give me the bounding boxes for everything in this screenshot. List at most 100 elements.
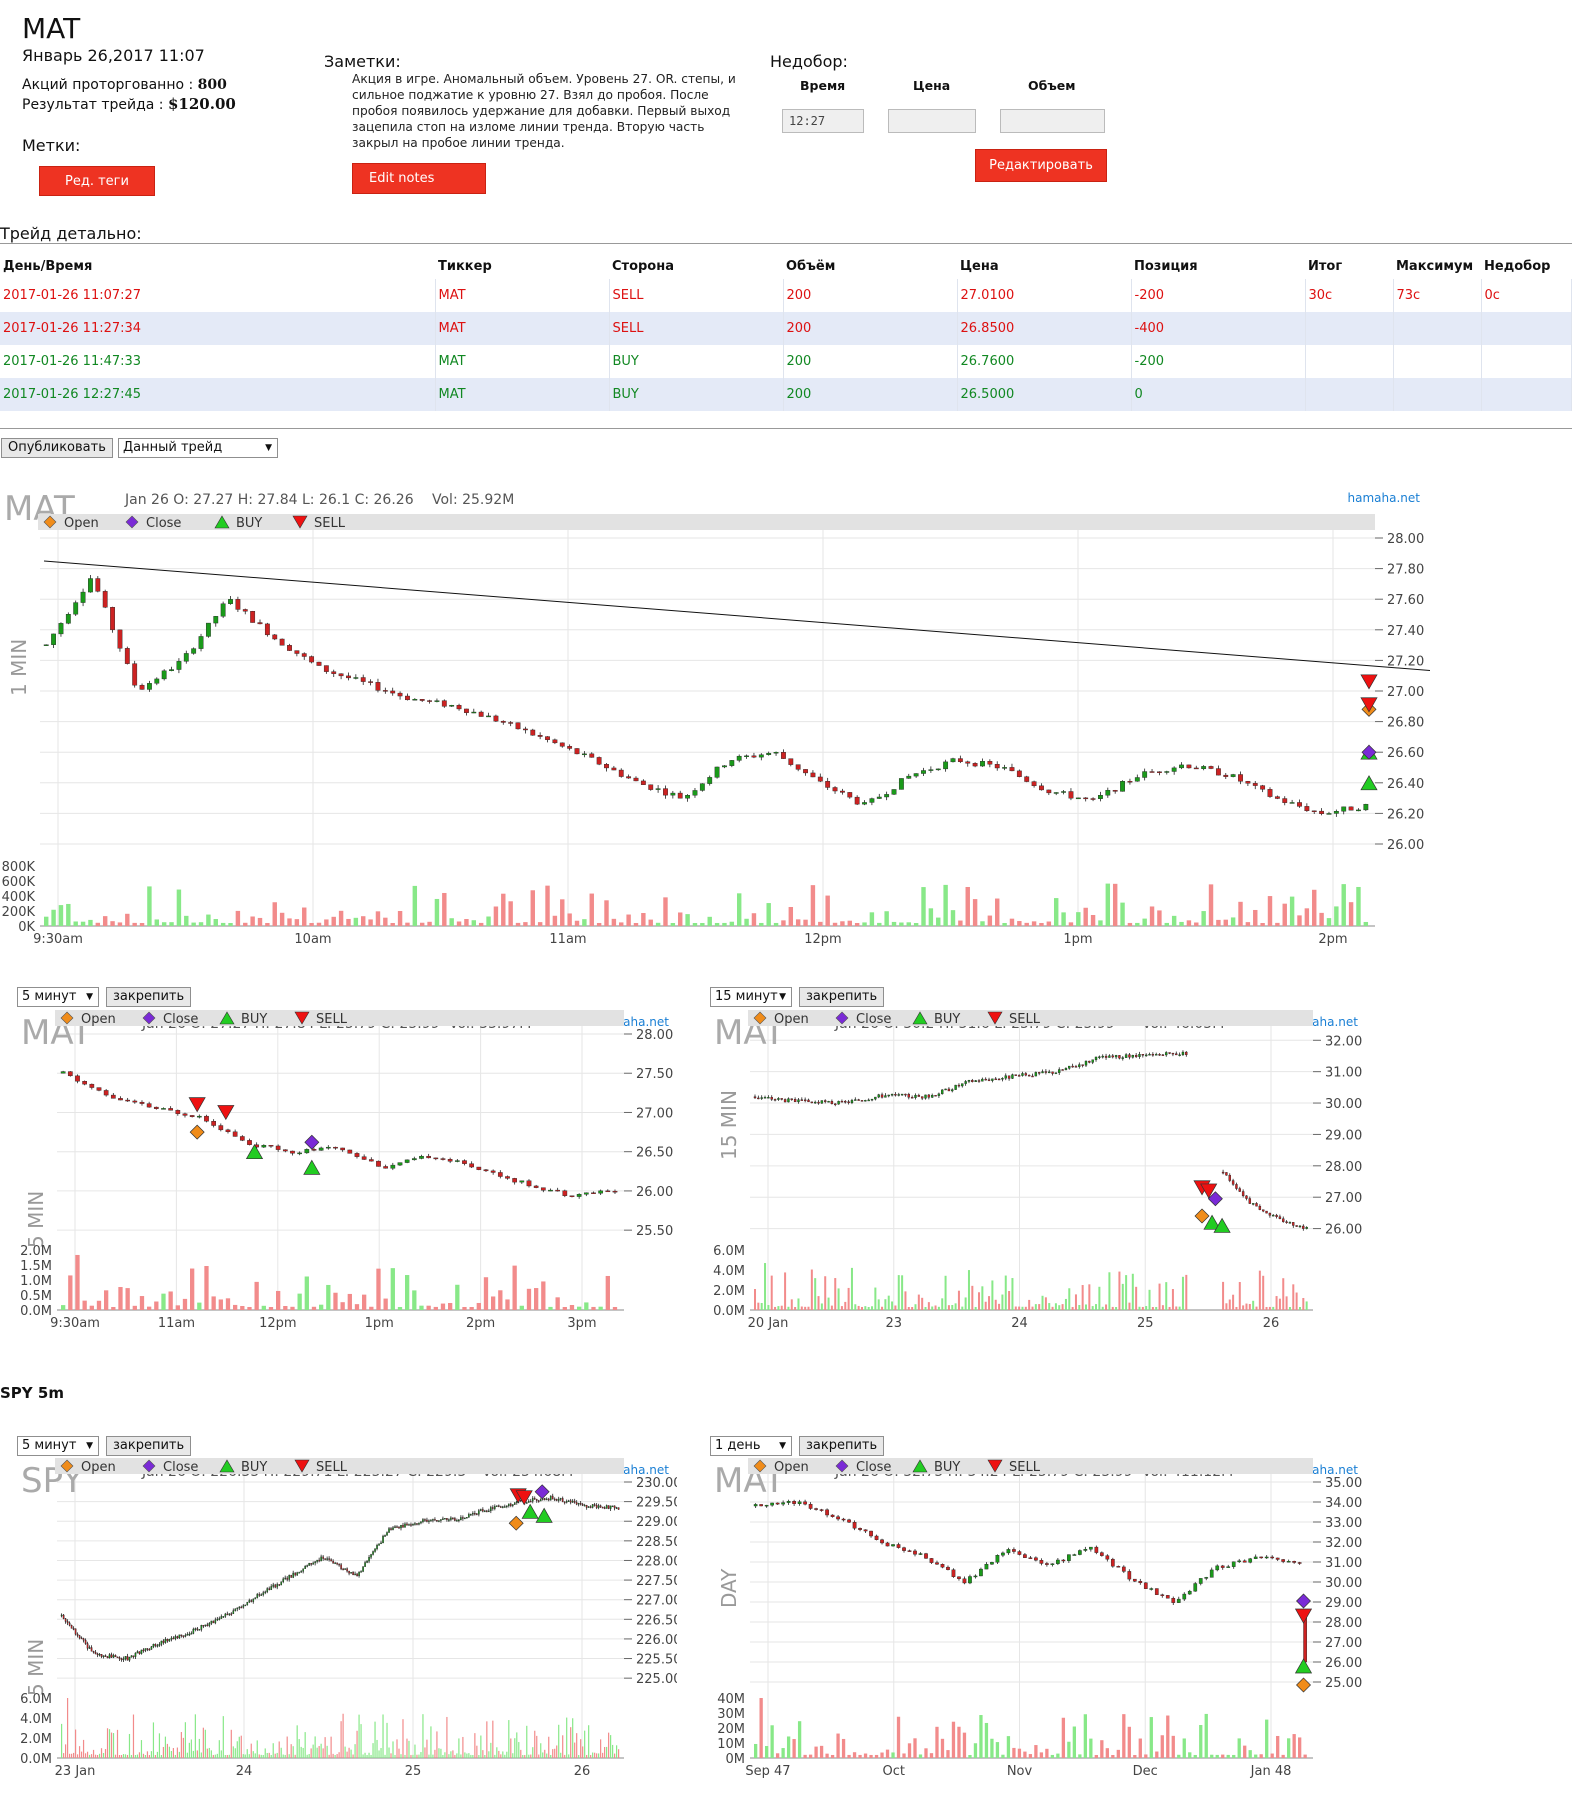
divider (0, 243, 1572, 244)
candle (408, 1524, 410, 1526)
volume-bar (957, 1290, 960, 1310)
scope-select[interactable]: Данный трейд ▼ (118, 438, 278, 458)
pin-chart-button[interactable]: закрепить (799, 1436, 885, 1456)
volume-bar (352, 1754, 354, 1758)
candle (902, 1547, 906, 1551)
shortfall-time-input[interactable]: 12:27 (782, 109, 864, 133)
volume-bar (1127, 922, 1133, 926)
candle (76, 1633, 79, 1636)
candle (1348, 806, 1354, 811)
volume-bar (226, 1754, 228, 1758)
pin-chart-button[interactable]: закрепить (106, 1436, 192, 1456)
edit-shortfall-button[interactable]: Редактировать (975, 149, 1107, 182)
volume-bar (567, 913, 572, 926)
candle (1298, 1225, 1302, 1228)
candle (927, 1094, 931, 1098)
publish-button[interactable]: Опубликовать (1, 438, 113, 458)
volume-bar (819, 1745, 824, 1758)
cell-position: -400 (1131, 312, 1306, 345)
candle (194, 1628, 197, 1630)
volume-bar (86, 1751, 89, 1758)
candle (1004, 1075, 1007, 1079)
candle (1182, 1593, 1187, 1600)
candle (224, 1613, 227, 1617)
timeframe-select[interactable]: 5 минут ▼ (17, 1436, 99, 1456)
legend-buy-label: BUY (241, 1460, 267, 1475)
volume-bar (72, 1752, 75, 1758)
pin-chart-button[interactable]: закрепить (106, 987, 192, 1007)
candle (1151, 1054, 1155, 1056)
vol-tick-label: 6.0M (713, 1244, 745, 1259)
timeframe-select[interactable]: 15 минут ▼ (710, 987, 792, 1007)
volume-bars (61, 1698, 620, 1758)
volume-bar (1111, 1754, 1115, 1758)
timeframe-select[interactable]: 5 минут ▼ (17, 987, 99, 1007)
volume-bar (414, 1744, 416, 1758)
volume-bar (257, 917, 263, 926)
candle (576, 1194, 582, 1197)
volume-bar (80, 921, 86, 926)
shortfall-price-input[interactable] (888, 109, 976, 133)
candle (670, 792, 676, 796)
volume-bar (626, 914, 631, 926)
candle (286, 1577, 288, 1580)
volume-bar (62, 1753, 65, 1758)
volume-bar (1144, 1754, 1148, 1758)
volume-bar (186, 1752, 188, 1758)
volume-bar (1028, 1299, 1031, 1310)
candle (1071, 1065, 1074, 1068)
volume-bar (1225, 1303, 1228, 1310)
trades-table: День/Время Тиккер Сторона Объём Цена Поз… (0, 253, 1572, 411)
vol-tick-label: 30M (717, 1707, 745, 1722)
candle (360, 1571, 362, 1573)
volume-bar (515, 922, 521, 926)
candle (440, 1519, 442, 1521)
volume-bar (808, 1754, 813, 1758)
candle (1031, 1075, 1034, 1078)
chart-vol-info: Vol: 25.92M (432, 492, 514, 508)
volume-bar (1252, 1300, 1255, 1310)
candle (611, 767, 617, 771)
candle (1297, 802, 1302, 807)
cell-price: 27.0100 (957, 279, 1132, 312)
candle (419, 1155, 424, 1159)
volume-bar (116, 1729, 119, 1758)
marker-close (1296, 1593, 1311, 1609)
candle (1245, 1195, 1248, 1199)
candle (456, 1520, 458, 1522)
candle (1027, 1074, 1031, 1077)
candle (890, 1094, 894, 1096)
candle (819, 1509, 824, 1511)
volume-bar (260, 1754, 262, 1758)
candle (178, 1634, 181, 1639)
candle (228, 1613, 231, 1615)
grid (57, 1026, 624, 1310)
pin-chart-button[interactable]: закрепить (799, 987, 885, 1007)
volume-bar (913, 922, 919, 926)
volume-bar (1149, 906, 1155, 926)
volume-bar (82, 1300, 87, 1310)
trades-header-row: День/Время Тиккер Сторона Объём Цена Поз… (0, 253, 1572, 279)
candle (957, 1576, 961, 1579)
candle (1168, 1052, 1171, 1054)
cell-result (1305, 378, 1394, 411)
candle (191, 648, 197, 654)
candle (612, 1190, 618, 1193)
timeframe-select[interactable]: 1 день ▼ (710, 1436, 792, 1456)
candle (1158, 1054, 1161, 1056)
candle (320, 1556, 322, 1562)
volume-bar (863, 1753, 868, 1758)
candle (972, 763, 978, 767)
shares-traded: Акций проторгованно : 800 (22, 77, 227, 93)
candle (561, 1498, 564, 1503)
edit-notes-button[interactable]: Edit notes (352, 163, 486, 194)
candle (863, 1529, 868, 1532)
volume-bar (800, 1306, 803, 1310)
edit-tags-button[interactable]: Ред. теги (39, 166, 155, 196)
shortfall-volume-input[interactable] (1000, 109, 1105, 133)
volume-bar (476, 1745, 478, 1758)
vol-tick-label: 4.0M (20, 1712, 52, 1727)
volume-bar (1135, 922, 1140, 926)
volume-bar (350, 1749, 352, 1758)
volume-bar (426, 1739, 428, 1758)
